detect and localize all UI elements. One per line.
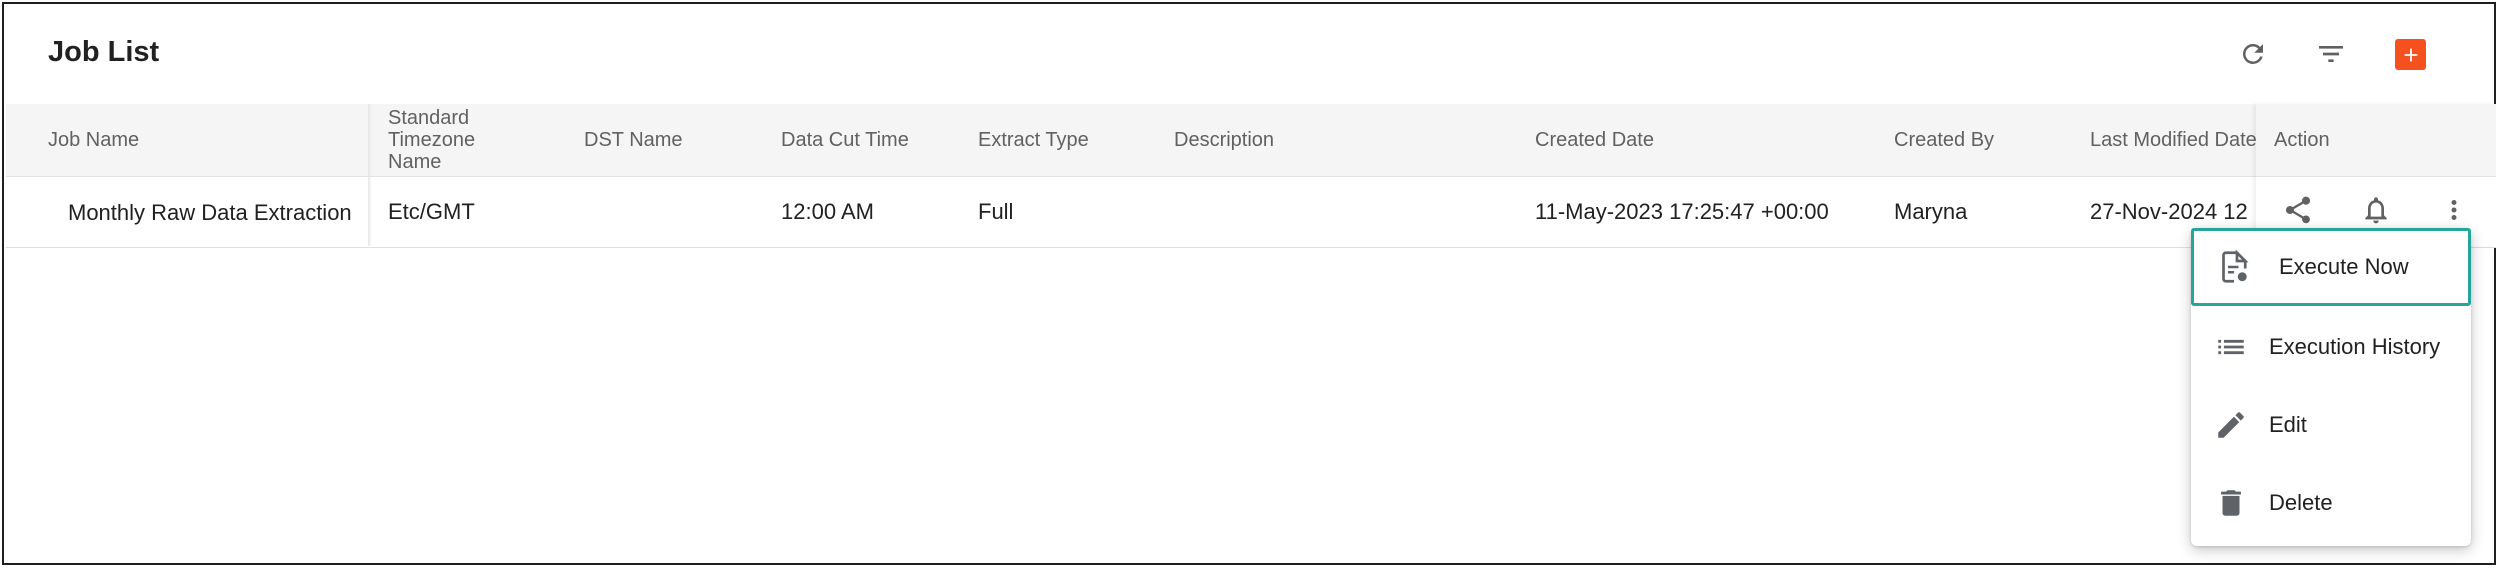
cell-timezone: Etc/GMT [388, 199, 475, 224]
more-vertical-icon [2451, 200, 2457, 220]
cell-description [1174, 177, 1514, 247]
add-icon [2404, 48, 2417, 61]
menu-item-delete[interactable]: Delete [2191, 464, 2471, 542]
frozen-column-divider [368, 104, 372, 246]
cell-job-name: Monthly Raw Data Extraction [68, 199, 352, 225]
cell-created-by: Maryna [1894, 199, 1968, 224]
menu-item-label: Delete [2269, 490, 2333, 515]
list-icon [2211, 327, 2251, 367]
execute-document-icon [2214, 247, 2254, 287]
filter-button[interactable] [2311, 34, 2351, 74]
job-list-panel: Job List Job Name Standard Timezone Name… [2, 2, 2496, 565]
column-header-extract-type[interactable]: Extract Type [978, 104, 1158, 176]
column-header-created-by[interactable]: Created By [1894, 104, 2074, 176]
column-header-created-date[interactable]: Created Date [1535, 104, 1875, 176]
menu-item-execution-history[interactable]: Execution History [2191, 308, 2471, 386]
cell-extract-type: Full [978, 199, 1014, 224]
more-actions-button[interactable] [2434, 190, 2474, 230]
column-header-last-modified[interactable]: Last Modified Date [2090, 104, 2260, 176]
menu-item-edit[interactable]: Edit [2191, 386, 2471, 464]
share-button[interactable] [2278, 190, 2318, 230]
refresh-button[interactable] [2233, 34, 2273, 74]
row-actions-menu: Execute Now Execution History Edit Delet… [2191, 228, 2471, 546]
column-header-dst-name[interactable]: DST Name [584, 104, 764, 176]
share-icon [2286, 196, 2311, 224]
bell-icon [2365, 197, 2387, 224]
refresh-icon [2242, 43, 2263, 64]
menu-item-label: Edit [2269, 412, 2307, 437]
cell-dst-name [584, 177, 764, 247]
menu-item-label: Execution History [2269, 334, 2441, 359]
page-title: Job List [48, 36, 160, 68]
table-row[interactable]: Monthly Raw Data Extraction Etc/GMT 12:0… [6, 177, 2496, 248]
column-header-description[interactable]: Description [1174, 104, 1514, 176]
table-header: Job Name Standard Timezone Name DST Name… [6, 104, 2496, 177]
notification-button[interactable] [2356, 190, 2396, 230]
column-header-action-label: Action [2274, 128, 2330, 151]
cell-data-cut-time: 12:00 AM [781, 199, 874, 224]
column-header-job-name[interactable]: Job Name [48, 104, 368, 176]
pencil-icon [2211, 405, 2251, 445]
column-header-timezone[interactable]: Standard Timezone Name [388, 104, 498, 176]
column-header-action: Action [2256, 104, 2496, 176]
menu-item-execute-now[interactable]: Execute Now [2191, 228, 2471, 306]
menu-item-label: Execute Now [2279, 254, 2409, 279]
trash-icon [2211, 483, 2251, 523]
action-column: Action [2256, 104, 2496, 246]
column-header-data-cut-time[interactable]: Data Cut Time [781, 104, 961, 176]
filter-icon [2319, 46, 2343, 62]
cell-created-date: 11-May-2023 17:25:47 +00:00 [1535, 199, 1829, 224]
add-job-button[interactable] [2395, 39, 2426, 70]
